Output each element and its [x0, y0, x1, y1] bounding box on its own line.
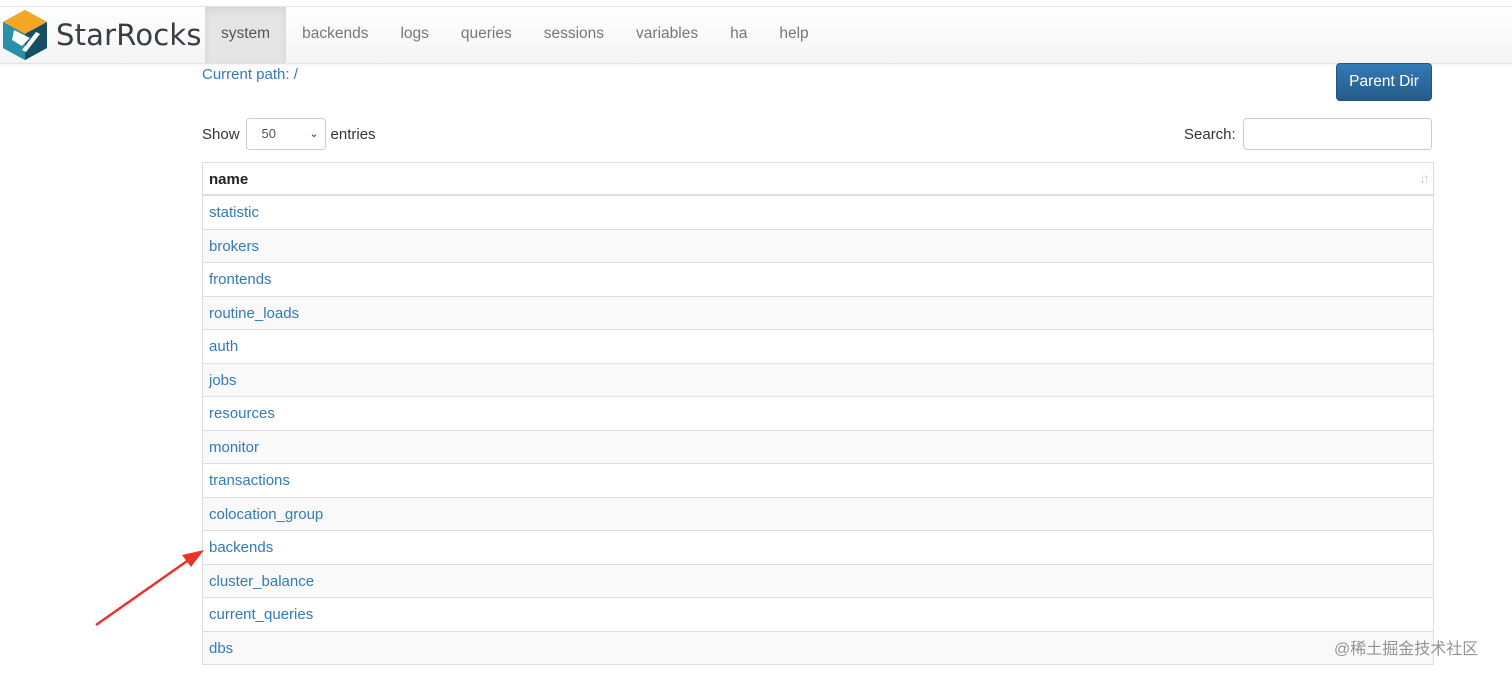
current-path: Current path: / — [202, 66, 298, 83]
nav-variables[interactable]: variables — [620, 7, 714, 63]
row-link[interactable]: colocation_group — [209, 506, 323, 523]
row-link[interactable]: monitor — [209, 439, 259, 456]
table-row: frontends — [203, 263, 1433, 297]
table-row: brokers — [203, 229, 1433, 263]
nav-system[interactable]: system — [205, 7, 287, 63]
entries-select[interactable]: 50 ⌄ — [245, 118, 326, 150]
row-link[interactable]: brokers — [209, 238, 259, 255]
row-link[interactable]: resources — [209, 405, 275, 422]
entries-length-control: Show 50 ⌄ entries — [202, 118, 376, 150]
row-link[interactable]: backends — [209, 539, 273, 556]
nav-backends[interactable]: backends — [286, 7, 384, 63]
table-row: routine_loads — [203, 296, 1433, 330]
row-link[interactable]: current_queries — [209, 606, 313, 623]
table-row: statistic — [203, 196, 1433, 230]
nav-ha[interactable]: ha — [714, 7, 763, 63]
row-link[interactable]: jobs — [209, 372, 237, 389]
table-row: colocation_group — [203, 497, 1433, 531]
table-row: resources — [203, 397, 1433, 431]
column-header-name: name — [209, 171, 249, 188]
nav-logs[interactable]: logs — [384, 7, 444, 63]
red-arrow-annotation — [95, 550, 204, 627]
table-row: cluster_balance — [203, 564, 1433, 598]
search-label: Search: — [1184, 125, 1236, 143]
row-link[interactable]: frontends — [209, 271, 272, 288]
row-link[interactable]: transactions — [209, 472, 290, 489]
row-link[interactable]: routine_loads — [209, 305, 299, 322]
top-navbar: StarRocks system backends logs queries s… — [0, 6, 1512, 64]
table-row: jobs — [203, 363, 1433, 397]
nav-queries[interactable]: queries — [445, 7, 528, 63]
nav-help[interactable]: help — [763, 7, 824, 63]
entries-table: name ↓↑ statistic brokers frontends rout… — [202, 162, 1434, 665]
search-input[interactable] — [1242, 118, 1432, 150]
brand-name: StarRocks — [56, 18, 202, 52]
table-row: backends — [203, 531, 1433, 565]
watermark: @稀土掘金技术社区 — [1334, 641, 1479, 658]
show-label: Show — [202, 125, 240, 143]
table-row: dbs — [203, 631, 1433, 665]
table-row: auth — [203, 330, 1433, 364]
table-row: transactions — [203, 464, 1433, 498]
table-row: monitor — [203, 430, 1433, 464]
row-link[interactable]: cluster_balance — [209, 573, 314, 590]
row-link[interactable]: dbs — [209, 640, 233, 657]
table-header[interactable]: name ↓↑ — [203, 162, 1433, 196]
row-link[interactable]: auth — [209, 338, 238, 355]
table-row: current_queries — [203, 598, 1433, 632]
row-link[interactable]: statistic — [209, 204, 259, 221]
entries-select-value: 50 — [261, 126, 276, 141]
nav-sessions[interactable]: sessions — [528, 7, 620, 63]
search-control: Search: — [1184, 118, 1432, 150]
starrocks-logo-icon — [3, 10, 47, 60]
main-nav: system backends logs queries sessions va… — [205, 7, 825, 63]
entries-label: entries — [330, 125, 376, 143]
brand[interactable]: StarRocks — [0, 7, 202, 63]
parent-dir-button[interactable]: Parent Dir — [1336, 63, 1432, 101]
chevron-down-icon: ⌄ — [309, 128, 319, 140]
sort-icon: ↓↑ — [1419, 170, 1430, 186]
